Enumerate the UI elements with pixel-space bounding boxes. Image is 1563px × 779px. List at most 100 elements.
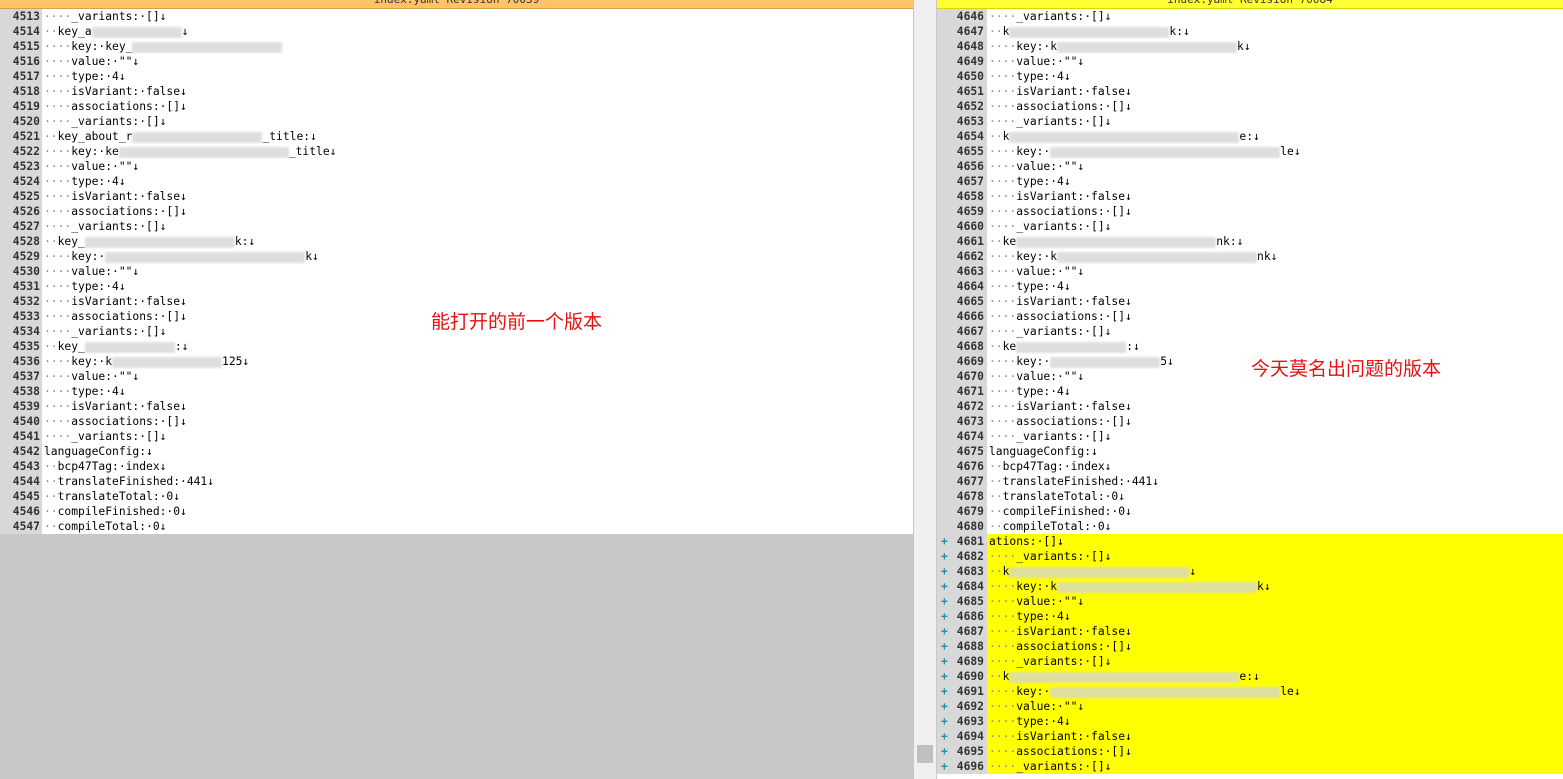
line-content[interactable]: ····type:·4↓ xyxy=(42,69,913,84)
code-line[interactable]: +4685 ····value:·""↓ xyxy=(937,594,1563,609)
line-content[interactable]: ··ke:↓ xyxy=(987,339,1563,354)
line-content[interactable]: ····isVariant:·false↓ xyxy=(987,399,1563,414)
line-content[interactable]: ····_variants:·[]↓ xyxy=(987,9,1563,24)
line-content[interactable]: ··k ↓ xyxy=(987,564,1563,579)
code-line[interactable]: 4660 ····_variants:·[]↓ xyxy=(937,219,1563,234)
line-content[interactable]: ··translateFinished:·441↓ xyxy=(42,474,913,489)
code-line[interactable]: 4536 ····key:·k 125↓ xyxy=(0,354,913,369)
code-line[interactable]: 4529 ····key:· k↓ xyxy=(0,249,913,264)
code-line[interactable]: 4513 ····_variants:·[]↓ xyxy=(0,9,913,24)
line-content[interactable]: ··bcp47Tag:·index↓ xyxy=(42,459,913,474)
line-content[interactable]: ····associations:·[]↓ xyxy=(42,99,913,114)
line-content[interactable]: ····type:·4↓ xyxy=(987,384,1563,399)
line-content[interactable]: ··bcp47Tag:·index↓ xyxy=(987,459,1563,474)
code-line[interactable]: +4687 ····isVariant:·false↓ xyxy=(937,624,1563,639)
code-line[interactable]: 4670 ····value:·""↓ xyxy=(937,369,1563,384)
line-content[interactable]: ····type:·4↓ xyxy=(42,384,913,399)
line-content[interactable]: ····type:·4↓ xyxy=(987,714,1563,729)
line-content[interactable]: ····associations:·[]↓ xyxy=(987,204,1563,219)
code-line[interactable]: 4542 languageConfig:↓ xyxy=(0,444,913,459)
line-content[interactable]: ····_variants:·[]↓ xyxy=(42,429,913,444)
line-content[interactable]: ····associations:·[]↓ xyxy=(42,414,913,429)
left-diff-pane[interactable]: index.yaml Revision 70039 4513····_varia… xyxy=(0,0,913,779)
line-content[interactable]: ··compileFinished:·0↓ xyxy=(42,504,913,519)
code-line[interactable]: 4669 ····key:· 5↓ xyxy=(937,354,1563,369)
line-content[interactable]: ····type:·4↓ xyxy=(42,174,913,189)
left-code-lines[interactable]: 4513 ····_variants:·[]↓ 4514 ··key_a ↓ 4515 ··… xyxy=(0,9,913,534)
line-content[interactable]: ····associations:·[]↓ xyxy=(987,639,1563,654)
line-content[interactable]: ··key_about_r _title:↓ xyxy=(42,129,913,144)
line-content[interactable]: ····isVariant:·false↓ xyxy=(987,729,1563,744)
line-content[interactable]: ··translateTotal:·0↓ xyxy=(42,489,913,504)
line-content[interactable]: ····associations:·[]↓ xyxy=(987,744,1563,759)
code-line[interactable]: 4530 ····value:·""↓ xyxy=(0,264,913,279)
line-content[interactable]: ····_variants:·[]↓ xyxy=(987,759,1563,774)
line-content[interactable]: ····_variants:·[]↓ xyxy=(987,549,1563,564)
line-content[interactable]: ····type:·4↓ xyxy=(987,174,1563,189)
code-line[interactable]: +4691 ····key:· le↓ xyxy=(937,684,1563,699)
code-line[interactable]: 4658 ····isVariant:·false↓ xyxy=(937,189,1563,204)
line-content[interactable]: ····type:·4↓ xyxy=(987,609,1563,624)
line-content[interactable]: ····_variants:·[]↓ xyxy=(987,219,1563,234)
code-line[interactable]: 4539 ····isVariant:·false↓ xyxy=(0,399,913,414)
code-line[interactable]: +4693 ····type:·4↓ xyxy=(937,714,1563,729)
line-content[interactable]: ····value:·""↓ xyxy=(987,699,1563,714)
code-line[interactable]: 4543 ··bcp47Tag:·index↓ xyxy=(0,459,913,474)
code-line[interactable]: 4678 ··translateTotal:·0↓ xyxy=(937,489,1563,504)
code-line[interactable]: +4694 ····isVariant:·false↓ xyxy=(937,729,1563,744)
line-content[interactable]: ····isVariant:·false↓ xyxy=(987,624,1563,639)
code-line[interactable]: 4528 ··key_ k:↓ xyxy=(0,234,913,249)
line-content[interactable]: ····isVariant:·false↓ xyxy=(42,399,913,414)
scrollbar-thumb[interactable] xyxy=(917,745,933,763)
code-line[interactable]: +4689 ····_variants:·[]↓ xyxy=(937,654,1563,669)
code-line[interactable]: 4522 ····key:·ke _title↓ xyxy=(0,144,913,159)
code-line[interactable]: 4668 ··ke:↓ xyxy=(937,339,1563,354)
line-content[interactable]: ····_variants:·[]↓ xyxy=(42,9,913,24)
line-content[interactable]: ····value:·""↓ xyxy=(987,264,1563,279)
code-line[interactable]: +4684 ····key:·k k↓ xyxy=(937,579,1563,594)
line-content[interactable]: ····key:·k nk↓ xyxy=(987,249,1563,264)
line-content[interactable]: ations:·[]↓ xyxy=(987,534,1563,549)
line-content[interactable]: ····key:· le↓ xyxy=(987,144,1563,159)
line-content[interactable]: ··compileTotal:·0↓ xyxy=(42,519,913,534)
line-content[interactable]: ····_variants:·[]↓ xyxy=(987,429,1563,444)
right-code-lines[interactable]: 4646 ····_variants:·[]↓ 4647 ··k k:↓ 4648 ····… xyxy=(937,9,1563,774)
code-line[interactable]: 4647 ··k k:↓ xyxy=(937,24,1563,39)
code-line[interactable]: +4696 ····_variants:·[]↓ xyxy=(937,759,1563,774)
line-content[interactable]: ····value:·""↓ xyxy=(42,159,913,174)
line-content[interactable]: ····associations:·[]↓ xyxy=(987,99,1563,114)
line-content[interactable]: ····isVariant:·false↓ xyxy=(987,84,1563,99)
line-content[interactable]: ····_variants:·[]↓ xyxy=(42,219,913,234)
code-line[interactable]: +4682 ····_variants:·[]↓ xyxy=(937,549,1563,564)
line-content[interactable]: languageConfig:↓ xyxy=(42,444,913,459)
code-line[interactable]: 4541 ····_variants:·[]↓ xyxy=(0,429,913,444)
code-line[interactable]: 4521 ··key_about_r _title:↓ xyxy=(0,129,913,144)
vertical-scrollbar[interactable] xyxy=(913,0,937,779)
code-line[interactable]: 4655 ····key:· le↓ xyxy=(937,144,1563,159)
line-content[interactable]: ····_variants:·[]↓ xyxy=(987,114,1563,129)
line-content[interactable]: ····isVariant:·false↓ xyxy=(42,189,913,204)
line-content[interactable]: ····key:·k k↓ xyxy=(987,579,1563,594)
code-line[interactable]: 4547 ··compileTotal:·0↓ xyxy=(0,519,913,534)
code-line[interactable]: 4540 ····associations:·[]↓ xyxy=(0,414,913,429)
code-line[interactable]: 4680 ··compileTotal:·0↓ xyxy=(937,519,1563,534)
line-content[interactable]: ····value:·""↓ xyxy=(42,369,913,384)
line-content[interactable]: ····value:·""↓ xyxy=(987,54,1563,69)
code-line[interactable]: +4686 ····type:·4↓ xyxy=(937,609,1563,624)
code-line[interactable]: 4664 ····type:·4↓ xyxy=(937,279,1563,294)
line-content[interactable]: ····isVariant:·false↓ xyxy=(987,189,1563,204)
code-line[interactable]: 4517 ····type:·4↓ xyxy=(0,69,913,84)
code-line[interactable]: +4690 ··k e:↓ xyxy=(937,669,1563,684)
code-line[interactable]: 4518 ····isVariant:·false↓ xyxy=(0,84,913,99)
line-content[interactable]: ····_variants:·[]↓ xyxy=(987,654,1563,669)
line-content[interactable]: ··compileFinished:·0↓ xyxy=(987,504,1563,519)
code-line[interactable]: 4652 ····associations:·[]↓ xyxy=(937,99,1563,114)
code-line[interactable]: 4671 ····type:·4↓ xyxy=(937,384,1563,399)
line-content[interactable]: ··k k:↓ xyxy=(987,24,1563,39)
line-content[interactable]: ··key_ k:↓ xyxy=(42,234,913,249)
code-line[interactable]: 4675 languageConfig:↓ xyxy=(937,444,1563,459)
code-line[interactable]: 4523 ····value:·""↓ xyxy=(0,159,913,174)
code-line[interactable]: 4524 ····type:·4↓ xyxy=(0,174,913,189)
line-content[interactable]: languageConfig:↓ xyxy=(987,444,1563,459)
line-content[interactable]: ····type:·4↓ xyxy=(987,69,1563,84)
